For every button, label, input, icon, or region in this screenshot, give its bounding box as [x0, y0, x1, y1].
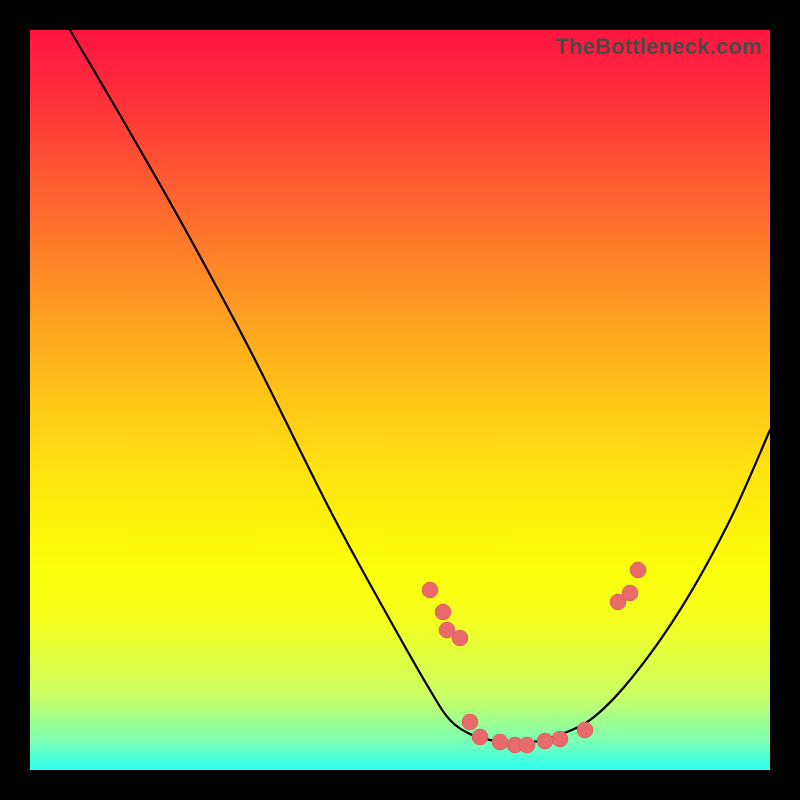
data-point [577, 722, 593, 738]
data-point [462, 714, 478, 730]
data-point [452, 630, 468, 646]
data-point [435, 604, 451, 620]
data-point [537, 733, 553, 749]
plot-area: TheBottleneck.com [30, 30, 770, 770]
chart-svg [30, 30, 770, 770]
bottleneck-curve [70, 30, 770, 742]
data-point [472, 729, 488, 745]
data-point [422, 582, 438, 598]
chart-frame: TheBottleneck.com [0, 0, 800, 800]
data-point [552, 731, 568, 747]
data-point [630, 562, 646, 578]
data-point [622, 585, 638, 601]
data-point [492, 734, 508, 750]
data-point [519, 737, 535, 753]
